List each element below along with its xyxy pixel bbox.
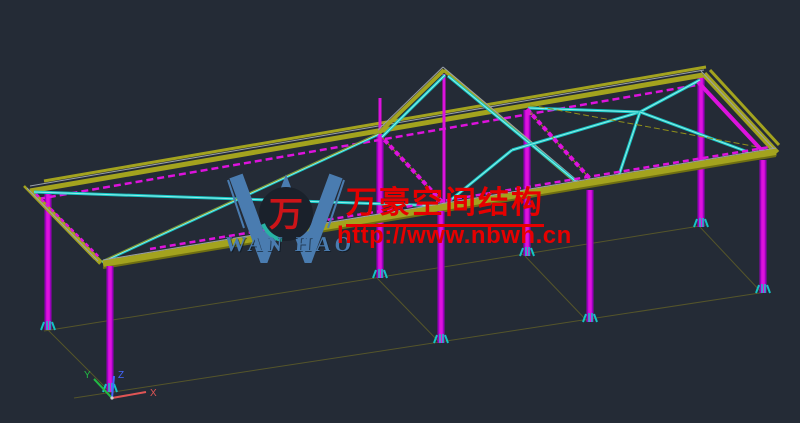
z-axis	[112, 376, 114, 398]
ucs-axis-icon: X Y Z	[80, 366, 170, 416]
ucs-origin	[110, 396, 113, 399]
x-axis	[112, 392, 146, 398]
z-axis-label: Z	[118, 370, 124, 381]
x-axis-label: X	[150, 388, 157, 399]
y-axis-label: Y	[84, 370, 91, 381]
y-axis	[94, 379, 112, 398]
structure-wireframe	[0, 0, 800, 423]
cad-viewport[interactable]: 万 WAN HAO 万豪空间结构 http://www.nbwh.cn X Y …	[0, 0, 800, 423]
